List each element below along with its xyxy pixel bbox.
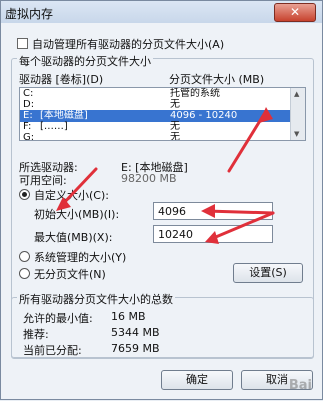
annotation-arrow-left-3 [209, 211, 275, 241]
arrowhead-icon [201, 204, 215, 218]
annotation-arrow-left-2 [204, 209, 275, 215]
arrowhead-icon [205, 231, 219, 244]
virtual-memory-dialog: 虚拟内存 ✕ 自动管理所有驱动器的分页文件大小(A) 每个驱动器的分页文件大小 … [0, 0, 323, 400]
annotation-arrows [56, 107, 275, 244]
annotation-arrow-left-1 [59, 167, 98, 208]
arrowhead-icon [259, 107, 273, 123]
